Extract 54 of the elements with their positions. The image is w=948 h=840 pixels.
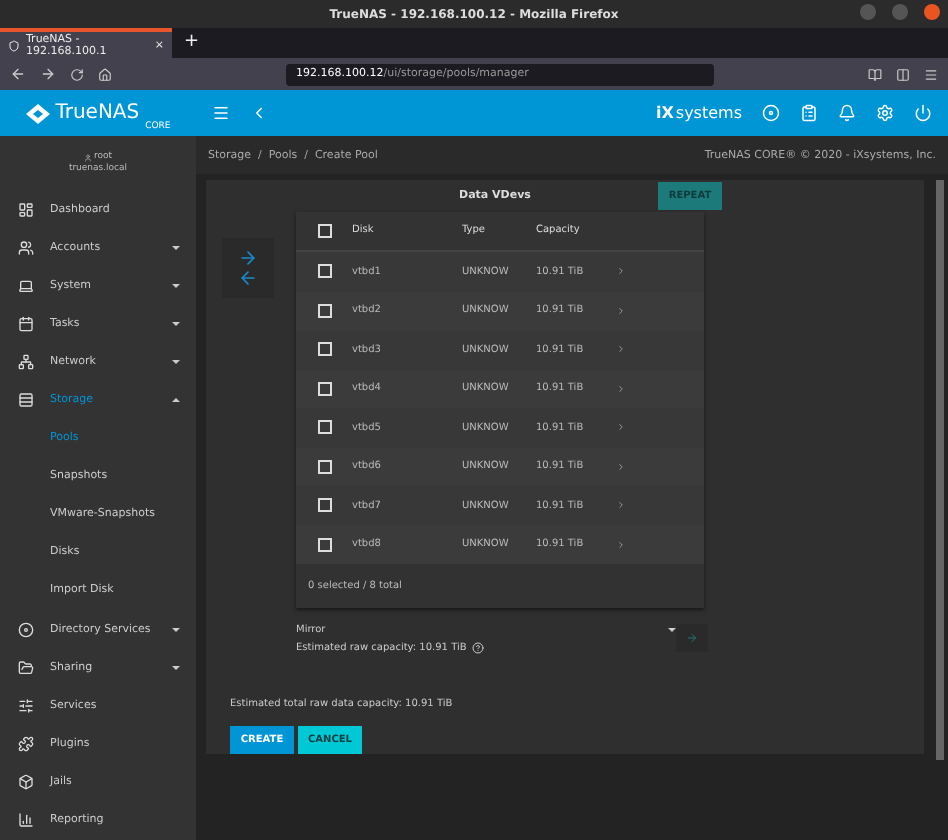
home-icon[interactable]: [98, 67, 112, 81]
chart-icon: [18, 812, 34, 829]
user-icon: [83, 153, 92, 161]
chevron-icon[interactable]: [616, 422, 626, 433]
calendar-icon: [18, 315, 34, 332]
vendor-logo: iXsystems: [655, 104, 742, 122]
checkbox[interactable]: [317, 498, 331, 513]
disc-icon: [18, 621, 34, 638]
network-icon: [18, 353, 34, 370]
menu-icon[interactable]: [212, 104, 230, 122]
help-icon[interactable]: [472, 642, 485, 654]
checkbox[interactable]: [317, 223, 331, 238]
arrow-left-icon[interactable]: [238, 267, 258, 287]
checkbox[interactable]: [317, 381, 331, 396]
chevron-icon[interactable]: [616, 539, 626, 550]
chevron-icon[interactable]: [616, 305, 626, 316]
reload-icon[interactable]: [70, 67, 84, 81]
dashboard-icon: [18, 201, 34, 218]
clipboard-icon[interactable]: [800, 104, 818, 122]
sliders-icon: [18, 697, 34, 714]
chevron-icon[interactable]: [616, 344, 626, 355]
sidebar-icon[interactable]: [896, 67, 910, 81]
checkbox[interactable]: [317, 342, 331, 357]
status-icon[interactable]: [762, 104, 780, 122]
chevron-icon[interactable]: [616, 500, 626, 511]
shield-icon: [8, 39, 20, 51]
box-icon: [18, 773, 34, 790]
arrow-right-icon[interactable]: [238, 247, 258, 267]
laptop-icon: [18, 277, 34, 294]
chevron-icon[interactable]: [616, 383, 626, 394]
settings-icon[interactable]: [876, 104, 894, 122]
logo-text: TrueNAS: [55, 102, 140, 124]
back-icon[interactable]: [250, 104, 268, 122]
close-icon[interactable]: [924, 4, 940, 20]
logo-icon: [25, 103, 50, 123]
menu-icon[interactable]: [924, 67, 938, 81]
back-icon[interactable]: [10, 66, 26, 82]
checkbox[interactable]: [317, 420, 331, 435]
checkbox[interactable]: [317, 303, 331, 318]
checkbox[interactable]: [317, 459, 331, 474]
scrollbar[interactable]: [936, 180, 944, 760]
folder-icon: [18, 659, 34, 676]
bell-icon[interactable]: [838, 104, 856, 122]
power-icon[interactable]: [914, 104, 932, 122]
puzzle-icon: [18, 735, 34, 752]
new-tab-button[interactable]: +: [184, 28, 200, 58]
checkbox[interactable]: [317, 537, 331, 552]
chevron-icon[interactable]: [616, 266, 626, 277]
users-icon: [18, 239, 34, 256]
list-icon: [18, 392, 34, 409]
chevron-icon[interactable]: [616, 461, 626, 472]
forward-icon[interactable]: [40, 66, 56, 82]
library-icon[interactable]: [868, 67, 882, 81]
checkbox[interactable]: [317, 264, 331, 279]
